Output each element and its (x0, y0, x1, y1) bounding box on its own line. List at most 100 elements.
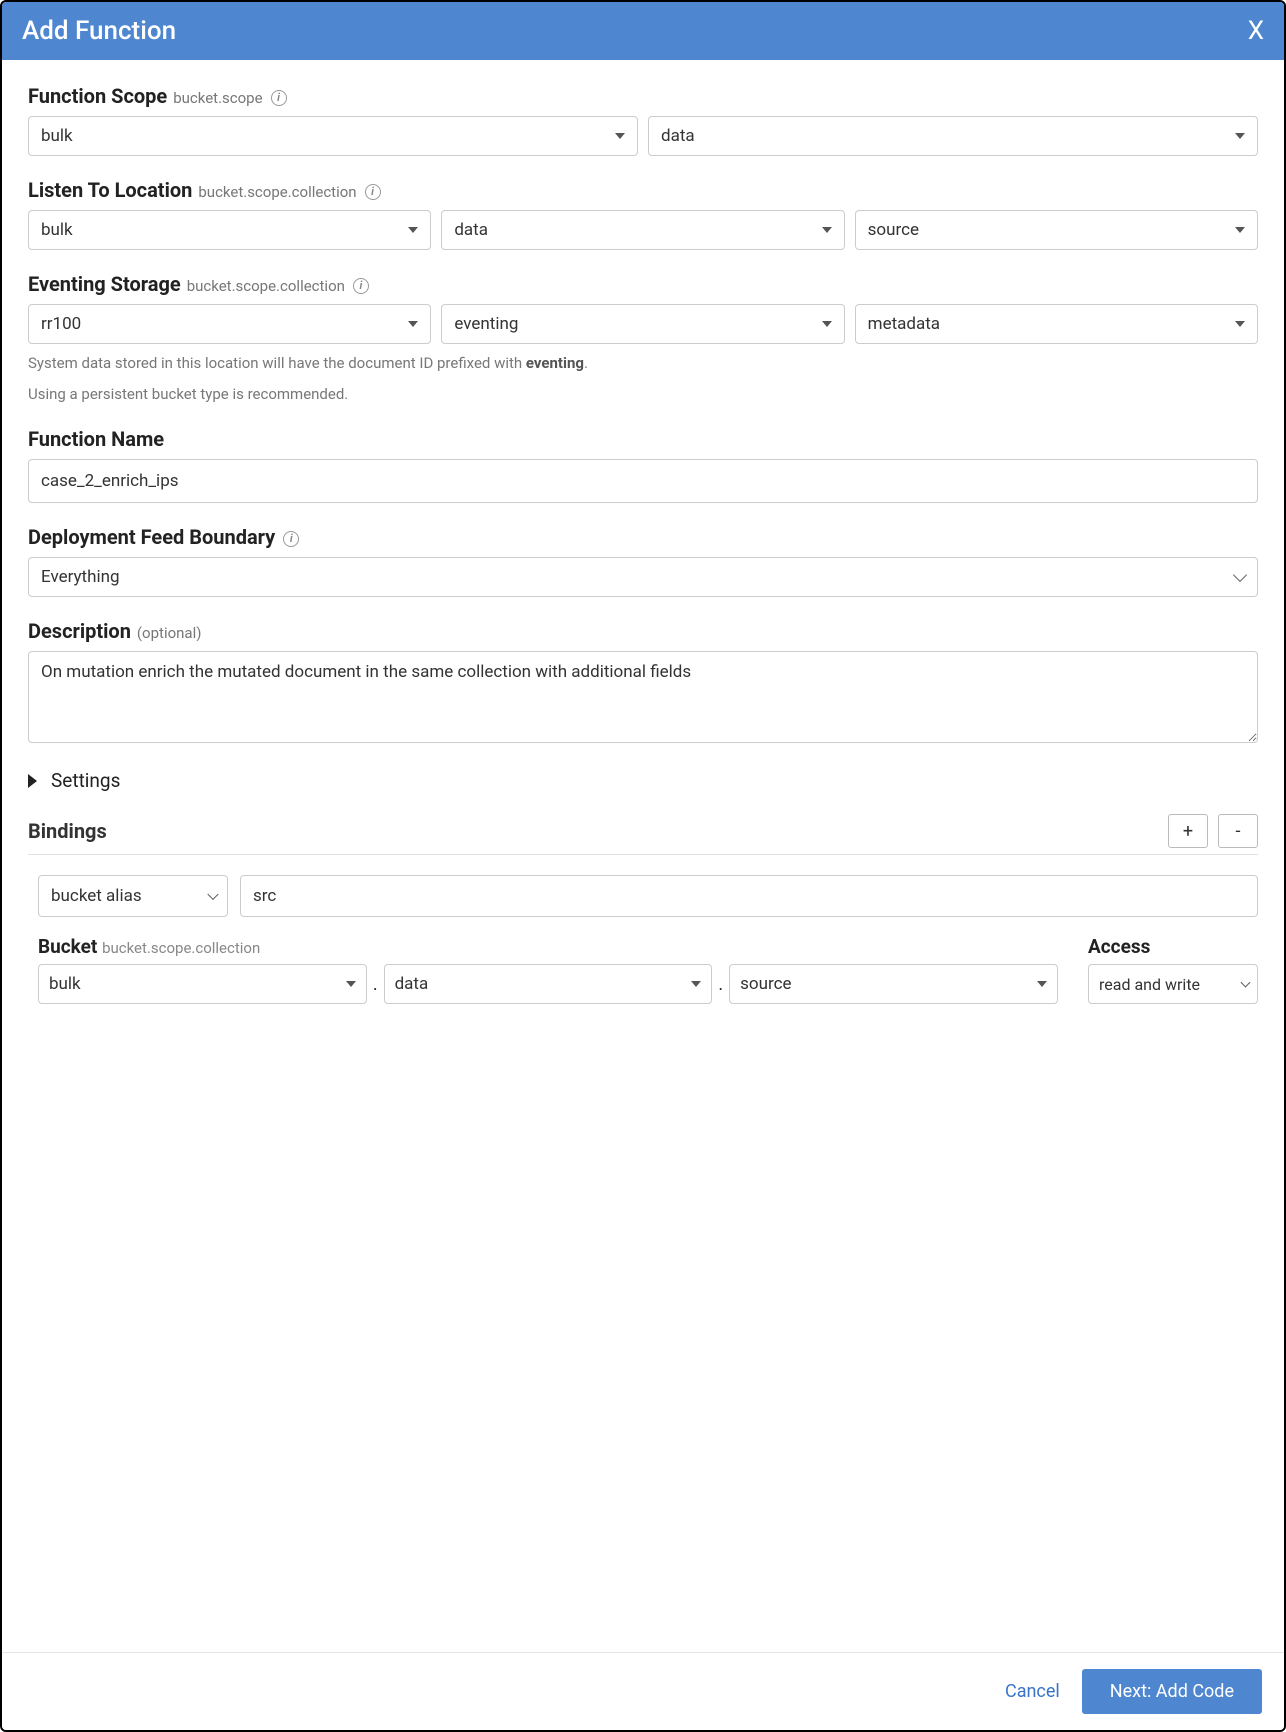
info-icon[interactable]: i (365, 184, 381, 200)
cancel-button[interactable]: Cancel (1005, 1681, 1060, 1702)
bindings-label: Bindings (28, 819, 107, 843)
eventing-helper-2: Using a persistent bucket type is recomm… (28, 383, 1258, 406)
add-function-dialog: Add Function X Function Scope bucket.sco… (0, 0, 1286, 1732)
eventing-storage-sub: bucket.scope.collection (187, 277, 345, 295)
info-icon[interactable]: i (283, 531, 299, 547)
next-add-code-button[interactable]: Next: Add Code (1082, 1669, 1262, 1714)
binding-bucket-sub: bucket.scope.collection (102, 939, 260, 957)
chevron-down-icon (1241, 978, 1251, 988)
binding-scope-select[interactable]: data (384, 964, 713, 1004)
settings-toggle[interactable]: Settings (28, 769, 1258, 792)
description-block: Description (optional) On mutation enric… (28, 619, 1258, 747)
listen-collection-value: source (868, 220, 919, 240)
listen-bucket-value: bulk (41, 220, 73, 240)
add-binding-button[interactable]: + (1168, 814, 1208, 848)
info-icon[interactable]: i (271, 90, 287, 106)
description-label: Description (optional) (28, 619, 1258, 643)
function-scope-scope-select[interactable]: data (648, 116, 1258, 156)
listen-location-block: Listen To Location bucket.scope.collecti… (28, 178, 1258, 250)
chevron-down-icon (822, 227, 832, 233)
binding-bucket-value: bulk (49, 974, 81, 994)
chevron-down-icon (1235, 321, 1245, 327)
dialog-content: Function Scope bucket.scope i bulk data … (2, 60, 1284, 1652)
binding-alias-input[interactable] (240, 875, 1258, 917)
function-scope-label-text: Function Scope (28, 84, 167, 108)
separator-dot: . (716, 974, 725, 995)
function-name-block: Function Name (28, 427, 1258, 503)
function-scope-bucket-value: bulk (41, 126, 73, 146)
listen-scope-value: data (454, 220, 488, 240)
eventing-storage-label: Eventing Storage bucket.scope.collection… (28, 272, 1258, 296)
info-icon[interactable]: i (353, 278, 369, 294)
function-name-label: Function Name (28, 427, 1258, 451)
feed-boundary-block: Deployment Feed Boundary i Everything (28, 525, 1258, 597)
separator-dot: . (371, 974, 380, 995)
feed-boundary-label-text: Deployment Feed Boundary (28, 525, 275, 549)
chevron-down-icon (691, 981, 701, 987)
listen-location-label-text: Listen To Location (28, 178, 192, 202)
binding-scope-value: data (395, 974, 429, 994)
description-label-text: Description (28, 619, 131, 643)
close-icon[interactable]: X (1248, 16, 1264, 46)
eventing-storage-label-text: Eventing Storage (28, 272, 181, 296)
binding-access-value: read and write (1099, 975, 1200, 994)
description-optional: (optional) (137, 624, 202, 642)
chevron-down-icon (408, 321, 418, 327)
binding-row-2: Bucket bucket.scope.collection bulk . da… (28, 935, 1258, 1004)
listen-collection-select[interactable]: source (855, 210, 1258, 250)
function-scope-block: Function Scope bucket.scope i bulk data (28, 84, 1258, 156)
eventing-collection-select[interactable]: metadata (855, 304, 1258, 344)
chevron-down-icon (615, 133, 625, 139)
feed-boundary-select[interactable]: Everything (28, 557, 1258, 597)
feed-boundary-label: Deployment Feed Boundary i (28, 525, 1258, 549)
binding-bucket-col: Bucket bucket.scope.collection bulk . da… (38, 935, 1058, 1004)
eventing-helper-1: System data stored in this location will… (28, 352, 1258, 375)
binding-access-label: Access (1088, 935, 1258, 958)
binding-collection-value: source (740, 974, 791, 994)
listen-scope-select[interactable]: data (441, 210, 844, 250)
chevron-down-icon (1037, 981, 1047, 987)
bindings-header: Bindings + - (28, 814, 1258, 855)
listen-bucket-select[interactable]: bulk (28, 210, 431, 250)
binding-access-select[interactable]: read and write (1088, 964, 1258, 1004)
binding-bucket-label: Bucket bucket.scope.collection (38, 935, 1058, 958)
description-textarea[interactable]: On mutation enrich the mutated document … (28, 651, 1258, 743)
eventing-scope-select[interactable]: eventing (441, 304, 844, 344)
binding-type-value: bucket alias (51, 886, 142, 906)
eventing-helper-bold: eventing (526, 354, 584, 372)
chevron-down-icon (1235, 133, 1245, 139)
listen-location-label: Listen To Location bucket.scope.collecti… (28, 178, 1258, 202)
chevron-down-icon (408, 227, 418, 233)
function-name-label-text: Function Name (28, 427, 164, 451)
dialog-title: Add Function (22, 16, 176, 46)
binding-bucket-label-text: Bucket (38, 935, 97, 958)
chevron-down-icon (1233, 568, 1247, 582)
eventing-collection-value: metadata (868, 314, 940, 334)
binding-row-1: bucket alias (28, 875, 1258, 917)
feed-boundary-value: Everything (41, 567, 120, 587)
binding-collection-select[interactable]: source (729, 964, 1058, 1004)
function-name-input[interactable] (28, 459, 1258, 503)
remove-binding-button[interactable]: - (1218, 814, 1258, 848)
triangle-right-icon (28, 774, 37, 788)
function-scope-label: Function Scope bucket.scope i (28, 84, 1258, 108)
chevron-down-icon (1235, 227, 1245, 233)
eventing-storage-block: Eventing Storage bucket.scope.collection… (28, 272, 1258, 405)
listen-location-sub: bucket.scope.collection (198, 183, 356, 201)
settings-label: Settings (51, 769, 120, 792)
eventing-scope-value: eventing (454, 314, 518, 334)
binding-bucket-select[interactable]: bulk (38, 964, 367, 1004)
eventing-helper-prefix: System data stored in this location will… (28, 354, 526, 372)
titlebar: Add Function X (2, 2, 1284, 60)
chevron-down-icon (822, 321, 832, 327)
eventing-bucket-select[interactable]: rr100 (28, 304, 431, 344)
function-scope-sub: bucket.scope (173, 89, 262, 107)
chevron-down-icon (207, 889, 218, 900)
dialog-footer: Cancel Next: Add Code (2, 1652, 1284, 1730)
eventing-bucket-value: rr100 (41, 314, 81, 334)
binding-type-select[interactable]: bucket alias (38, 875, 228, 917)
eventing-helper-suffix: . (584, 354, 588, 372)
chevron-down-icon (346, 981, 356, 987)
function-scope-scope-value: data (661, 126, 695, 146)
function-scope-bucket-select[interactable]: bulk (28, 116, 638, 156)
